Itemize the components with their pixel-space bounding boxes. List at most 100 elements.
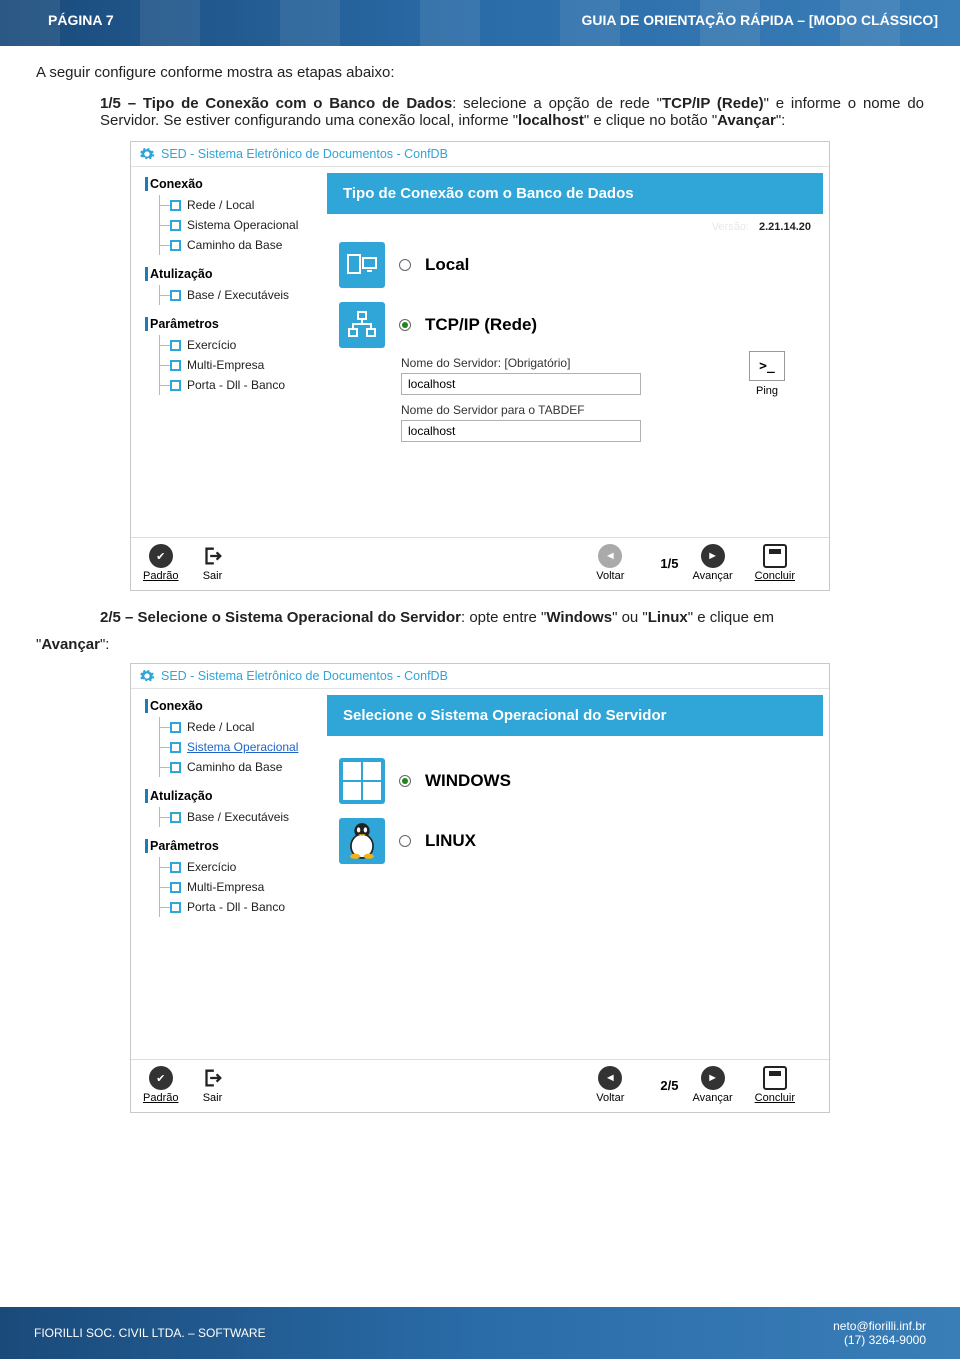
avancar-button[interactable]: ►Avançar xyxy=(692,1066,732,1104)
linux-icon xyxy=(339,818,385,864)
arrow-left-icon: ◄ xyxy=(598,544,622,568)
sidebar-tree: Conexão Rede / Local Sistema Operacional… xyxy=(131,167,327,537)
window-titlebar: SED - Sistema Eletrônico de Documentos -… xyxy=(131,664,829,689)
tree-section-parametros: Parâmetros xyxy=(145,839,321,853)
page-number-label: PÁGINA 7 xyxy=(48,12,114,28)
tree-item-porta-dll-banco[interactable]: Porta - Dll - Banco xyxy=(160,375,321,395)
checkbox-icon xyxy=(170,290,181,301)
tree-item-porta-dll-banco[interactable]: Porta - Dll - Banco xyxy=(160,897,321,917)
concluir-button[interactable]: Concluir xyxy=(755,544,795,582)
server-name-input[interactable]: localhost xyxy=(401,373,641,395)
gear-icon xyxy=(139,668,155,684)
save-icon xyxy=(763,544,787,568)
confdb-window-1: SED - Sistema Eletrônico de Documentos -… xyxy=(130,141,830,591)
radio-windows[interactable] xyxy=(399,775,411,787)
checkbox-icon xyxy=(170,862,181,873)
step-2-text: 2/5 – Selecione o Sistema Operacional do… xyxy=(100,609,924,626)
page-header: PÁGINA 7 GUIA DE ORIENTAÇÃO RÁPIDA – [MO… xyxy=(0,0,960,46)
avancar-closing: "Avançar": xyxy=(36,636,924,653)
arrow-left-icon: ◄ xyxy=(598,1066,622,1090)
checkbox-icon xyxy=(170,340,181,351)
window-title: SED - Sistema Eletrônico de Documentos -… xyxy=(161,669,448,683)
arrow-right-icon: ► xyxy=(701,544,725,568)
voltar-button[interactable]: ◄Voltar xyxy=(596,544,624,582)
checkbox-icon xyxy=(170,722,181,733)
tree-section-conexao: Conexão xyxy=(145,699,321,713)
option-tcpip-label: TCP/IP (Rede) xyxy=(425,315,537,335)
arrow-right-icon: ► xyxy=(701,1066,725,1090)
main-panel: Selecione o Sistema Operacional do Servi… xyxy=(327,689,829,1059)
gear-icon xyxy=(139,146,155,162)
checkbox-icon xyxy=(170,380,181,391)
option-local-label: Local xyxy=(425,255,469,275)
computer-icon xyxy=(339,242,385,288)
footer-phone: (17) 3264-9000 xyxy=(833,1333,926,1347)
doc-title: GUIA DE ORIENTAÇÃO RÁPIDA – [MODO CLÁSSI… xyxy=(582,12,939,28)
step-1-lead: 1/5 – Tipo de Conexão com o Banco de Dad… xyxy=(100,95,452,112)
checkbox-icon xyxy=(170,812,181,823)
tree-item-rede-local[interactable]: Rede / Local xyxy=(160,717,321,737)
ping-button[interactable]: >_ xyxy=(749,351,785,381)
tree-section-atualizacao: Atulização xyxy=(145,267,321,281)
radio-local[interactable] xyxy=(399,259,411,271)
tree-item-sistema-operacional[interactable]: Sistema Operacional xyxy=(160,737,321,757)
tabdef-server-input[interactable]: localhost xyxy=(401,420,641,442)
footer-email: neto@fiorilli.inf.br xyxy=(833,1319,926,1333)
voltar-button[interactable]: ◄Voltar xyxy=(596,1066,624,1104)
radio-tcpip[interactable] xyxy=(399,319,411,331)
checkbox-icon xyxy=(170,742,181,753)
padrao-button[interactable]: ✔Padrão xyxy=(143,544,178,582)
checkbox-icon xyxy=(170,762,181,773)
tree-section-atualizacao: Atulização xyxy=(145,789,321,803)
tree-item-multi-empresa[interactable]: Multi-Empresa xyxy=(160,877,321,897)
checkbox-icon xyxy=(170,240,181,251)
tree-item-multi-empresa[interactable]: Multi-Empresa xyxy=(160,355,321,375)
windows-icon xyxy=(339,758,385,804)
window-title: SED - Sistema Eletrônico de Documentos -… xyxy=(161,147,448,161)
save-icon xyxy=(763,1066,787,1090)
exit-icon xyxy=(201,545,223,567)
tree-item-exercicio[interactable]: Exercício xyxy=(160,335,321,355)
tree-section-parametros: Parâmetros xyxy=(145,317,321,331)
window-titlebar: SED - Sistema Eletrônico de Documentos -… xyxy=(131,142,829,167)
avancar-button[interactable]: ►Avançar xyxy=(692,544,732,582)
tree-item-rede-local[interactable]: Rede / Local xyxy=(160,195,321,215)
tree-item-base-exec[interactable]: Base / Executáveis xyxy=(160,807,321,827)
page-content: A seguir configure conforme mostra as et… xyxy=(0,46,960,1113)
footer-company: FIORILLI SOC. CIVIL LTDA. – SOFTWARE xyxy=(34,1326,266,1340)
version-badge: Versão:2.21.14.20 xyxy=(712,221,811,233)
confdb-window-2: SED - Sistema Eletrônico de Documentos -… xyxy=(130,663,830,1113)
sidebar-tree: Conexão Rede / Local Sistema Operacional… xyxy=(131,689,327,1059)
option-linux-label: LINUX xyxy=(425,831,476,851)
network-icon xyxy=(339,302,385,348)
tree-section-conexao: Conexão xyxy=(145,177,321,191)
option-windows-label: WINDOWS xyxy=(425,771,511,791)
step-1-text: 1/5 – Tipo de Conexão com o Banco de Dad… xyxy=(100,95,924,129)
window-footer: ✔Padrão Sair ◄Voltar 1/5 ►Avançar Conclu… xyxy=(131,537,829,590)
pager-label: 2/5 xyxy=(660,1078,678,1093)
checkbox-icon xyxy=(170,902,181,913)
sair-button[interactable]: Sair xyxy=(200,544,224,582)
checkbox-icon xyxy=(170,360,181,371)
concluir-button[interactable]: Concluir xyxy=(755,1066,795,1104)
tree-item-sistema-operacional[interactable]: Sistema Operacional xyxy=(160,215,321,235)
ping-label: Ping xyxy=(749,385,785,397)
tree-item-caminho-base[interactable]: Caminho da Base xyxy=(160,757,321,777)
pager-label: 1/5 xyxy=(660,556,678,571)
tree-item-caminho-base[interactable]: Caminho da Base xyxy=(160,235,321,255)
padrao-button[interactable]: ✔Padrão xyxy=(143,1066,178,1104)
main-panel: Tipo de Conexão com o Banco de Dados Ver… xyxy=(327,167,829,537)
tree-item-base-exec[interactable]: Base / Executáveis xyxy=(160,285,321,305)
exit-icon xyxy=(201,1067,223,1089)
tabdef-server-label: Nome do Servidor para o TABDEF xyxy=(401,403,829,417)
window-footer: ✔Padrão Sair ◄Voltar 2/5 ►Avançar Conclu… xyxy=(131,1059,829,1112)
sair-button[interactable]: Sair xyxy=(200,1066,224,1104)
radio-linux[interactable] xyxy=(399,835,411,847)
page-footer: FIORILLI SOC. CIVIL LTDA. – SOFTWARE net… xyxy=(0,1307,960,1359)
panel-title: Selecione o Sistema Operacional do Servi… xyxy=(327,695,823,736)
checkbox-icon xyxy=(170,200,181,211)
panel-title: Tipo de Conexão com o Banco de Dados xyxy=(327,173,823,214)
checkbox-icon xyxy=(170,220,181,231)
tree-item-exercicio[interactable]: Exercício xyxy=(160,857,321,877)
checkbox-icon xyxy=(170,882,181,893)
